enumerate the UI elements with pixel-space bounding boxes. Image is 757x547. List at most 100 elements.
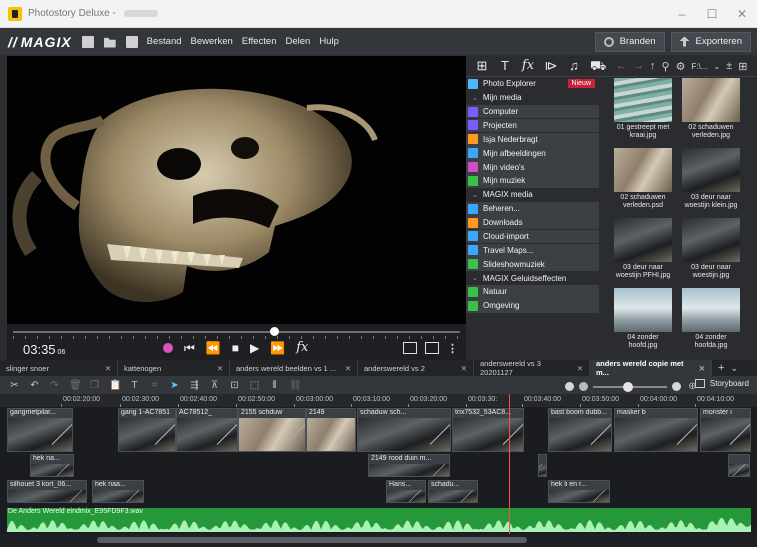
timeline-tab[interactable]: anders wereld beelden vs 1 ... ✕ — [230, 360, 358, 376]
delete-icon[interactable]: 🗑 — [69, 380, 82, 391]
skip-back-button[interactable]: ⏮ — [184, 342, 195, 354]
media-thumbnail[interactable]: 03 deur naar woestijn.jpg — [681, 218, 741, 281]
timeline-clip[interactable]: bast boom dubb... — [548, 408, 612, 452]
tabs-dropdown-icon[interactable]: ⌄ — [730, 363, 738, 374]
fast-forward-button[interactable]: ⏩ — [270, 342, 285, 354]
text-icon[interactable]: T — [498, 59, 512, 73]
media-thumbnail[interactable]: 02 schaduwen verleden.jpg — [681, 78, 741, 141]
media-tree-item[interactable]: Cloud-import — [466, 229, 599, 244]
timeline-clip[interactable]: hek na... — [30, 454, 74, 477]
timeline-scrollbar[interactable] — [0, 534, 757, 547]
timeline-tab[interactable]: slinger snoer ✕ — [0, 360, 118, 376]
media-tree-item[interactable]: Slideshowmuziek — [466, 257, 599, 272]
view-grid-icon[interactable]: ⊞ — [738, 60, 747, 73]
maximize-button[interactable]: ☐ — [697, 0, 727, 28]
chevron-down-icon[interactable]: ⌄ — [713, 62, 720, 71]
timeline-ruler[interactable]: 00:02:20:00 00:02:30:00 00:02:40:00 00:02:5… — [0, 394, 757, 407]
crop-icon[interactable]: ⌗ — [149, 380, 160, 391]
menu-effecten[interactable]: Effecten — [242, 36, 277, 47]
save-icon[interactable] — [125, 35, 138, 48]
record-button[interactable] — [163, 343, 173, 353]
timeline-clip[interactable]: gang 1-AC7851 — [118, 408, 176, 452]
close-tab-icon[interactable]: ✕ — [105, 364, 111, 373]
timeline-clip[interactable]: hek naa... — [92, 480, 144, 503]
timeline-tab[interactable]: kattenogen ✕ — [118, 360, 230, 376]
up-icon[interactable]: ↑ — [650, 60, 656, 72]
media-tree-item[interactable]: Beheren... — [466, 201, 599, 216]
timeline-clip[interactable] — [538, 454, 547, 477]
timeline-tab[interactable]: anderswereld vs 2 ✕ — [358, 360, 474, 376]
rewind-button[interactable]: ⏪ — [206, 342, 221, 354]
effects-icon[interactable]: fx — [521, 59, 535, 73]
copy-icon[interactable]: ❐ — [89, 380, 100, 391]
close-button[interactable]: ✕ — [727, 0, 757, 28]
media-thumbnail[interactable]: 04 zonder hoofd.jpg — [613, 288, 673, 351]
open-folder-icon[interactable] — [103, 37, 116, 48]
menu-delen[interactable]: Delen — [285, 36, 310, 47]
undo-icon[interactable]: ↶ — [29, 380, 40, 391]
timeline-clip[interactable]: Hans... — [386, 480, 426, 503]
media-tree-item[interactable]: Mijn muziek — [466, 174, 599, 188]
new-file-icon[interactable] — [81, 35, 94, 48]
close-tab-icon[interactable]: ✕ — [345, 364, 351, 373]
add-tab-icon[interactable]: + — [718, 362, 724, 374]
media-tree-item[interactable]: ⌄ MAGIX media — [466, 188, 599, 202]
group-icon[interactable]: ⬚ — [249, 380, 260, 391]
link-icon[interactable]: ⛓ — [289, 380, 302, 391]
split-audio-icon[interactable]: ⫴ — [269, 380, 280, 391]
scrollbar-thumb[interactable] — [97, 537, 527, 543]
media-tree-item[interactable]: Mijn video's — [466, 160, 599, 174]
media-tree-item[interactable]: ⌄ Mijn media — [466, 91, 599, 105]
media-tree-item[interactable]: ⌄ MAGIX Geluidseffecten — [466, 271, 599, 285]
plus-minus-icon[interactable]: ± — [726, 60, 732, 72]
cast-icon[interactable] — [403, 342, 417, 354]
timeline-clip[interactable]: 2155 schduw — [238, 408, 306, 452]
timeline-clip[interactable]: schadu... — [428, 480, 478, 503]
timeline-clip[interactable]: AC78512_ — [176, 408, 238, 452]
media-tree-item[interactable]: Photo Explorer Nieuw — [466, 77, 599, 91]
search-icon[interactable]: ⚲ — [662, 60, 670, 73]
timeline-clip[interactable]: schaduw sch... — [357, 408, 451, 452]
timeline-clip[interactable] — [728, 454, 750, 477]
shop-icon[interactable]: ⛟ — [590, 59, 606, 73]
media-thumbnail[interactable]: 01 gestreept met kraai.jpg — [613, 78, 673, 141]
snapshot-icon[interactable]: ⊡ — [229, 380, 240, 391]
stop-button[interactable]: ■ — [232, 342, 239, 354]
media-thumbnail[interactable]: 02 schaduwen verleden.psd — [613, 148, 673, 211]
media-tree-item[interactable]: Isja Nederbragt — [466, 132, 599, 147]
timeline-clip[interactable]: 2149 — [306, 408, 356, 452]
gear-icon[interactable]: ⚙ — [676, 60, 686, 73]
back-icon[interactable]: ← — [616, 60, 627, 72]
text-tool-icon[interactable]: T — [129, 380, 140, 391]
video-preview[interactable] — [7, 56, 466, 324]
scrub-handle[interactable] — [270, 327, 280, 336]
timeline-clip[interactable]: 2149 rood duin m... — [368, 454, 450, 477]
timeline-clip[interactable]: hek li en r... — [548, 480, 610, 503]
path-dropdown[interactable]: F:\... — [691, 62, 707, 71]
timeline-clip[interactable]: monster i — [700, 408, 751, 452]
media-thumbnail[interactable]: 04 zonder hoofda.jpg — [681, 288, 741, 351]
timeline-tab[interactable]: anders wereld copie met m... ✕ — [590, 359, 712, 377]
media-tree-item[interactable]: Mijn afbeeldingen — [466, 146, 599, 161]
storyboard-toggle[interactable]: Storyboard — [694, 379, 749, 388]
media-tree-item[interactable]: Computer — [466, 104, 599, 119]
zoom-knob[interactable] — [623, 381, 633, 392]
media-tree-item[interactable]: Projecten — [466, 118, 599, 133]
pointer-icon[interactable]: ➤ — [169, 380, 180, 391]
redo-icon[interactable]: ↷ — [49, 380, 60, 391]
ripple-icon[interactable]: ⇶ — [189, 380, 200, 391]
transition-icon[interactable]: ⧐ — [544, 59, 558, 73]
timeline-clip[interactable]: gangmetpilar... — [7, 408, 73, 452]
scrub-track[interactable] — [13, 331, 460, 333]
zoom-slider[interactable]: ⊕ — [565, 381, 698, 392]
media-tree-item[interactable]: Omgeving — [466, 299, 599, 313]
menu-bestand[interactable]: Bestand — [147, 36, 182, 47]
play-button[interactable]: ▶ — [250, 342, 259, 354]
exporteren-button[interactable]: Exporteren — [670, 31, 751, 52]
zoom-out-icon[interactable] — [565, 382, 574, 391]
media-thumbnail[interactable]: 03 deur naar woestijn PFHI.jpg — [613, 218, 673, 281]
align-icon[interactable]: ⊼ — [209, 380, 220, 391]
zoom-in-icon[interactable] — [672, 382, 681, 391]
timeline-clip[interactable]: masker b — [614, 408, 698, 452]
scissors-icon[interactable]: ✂ — [9, 380, 20, 391]
